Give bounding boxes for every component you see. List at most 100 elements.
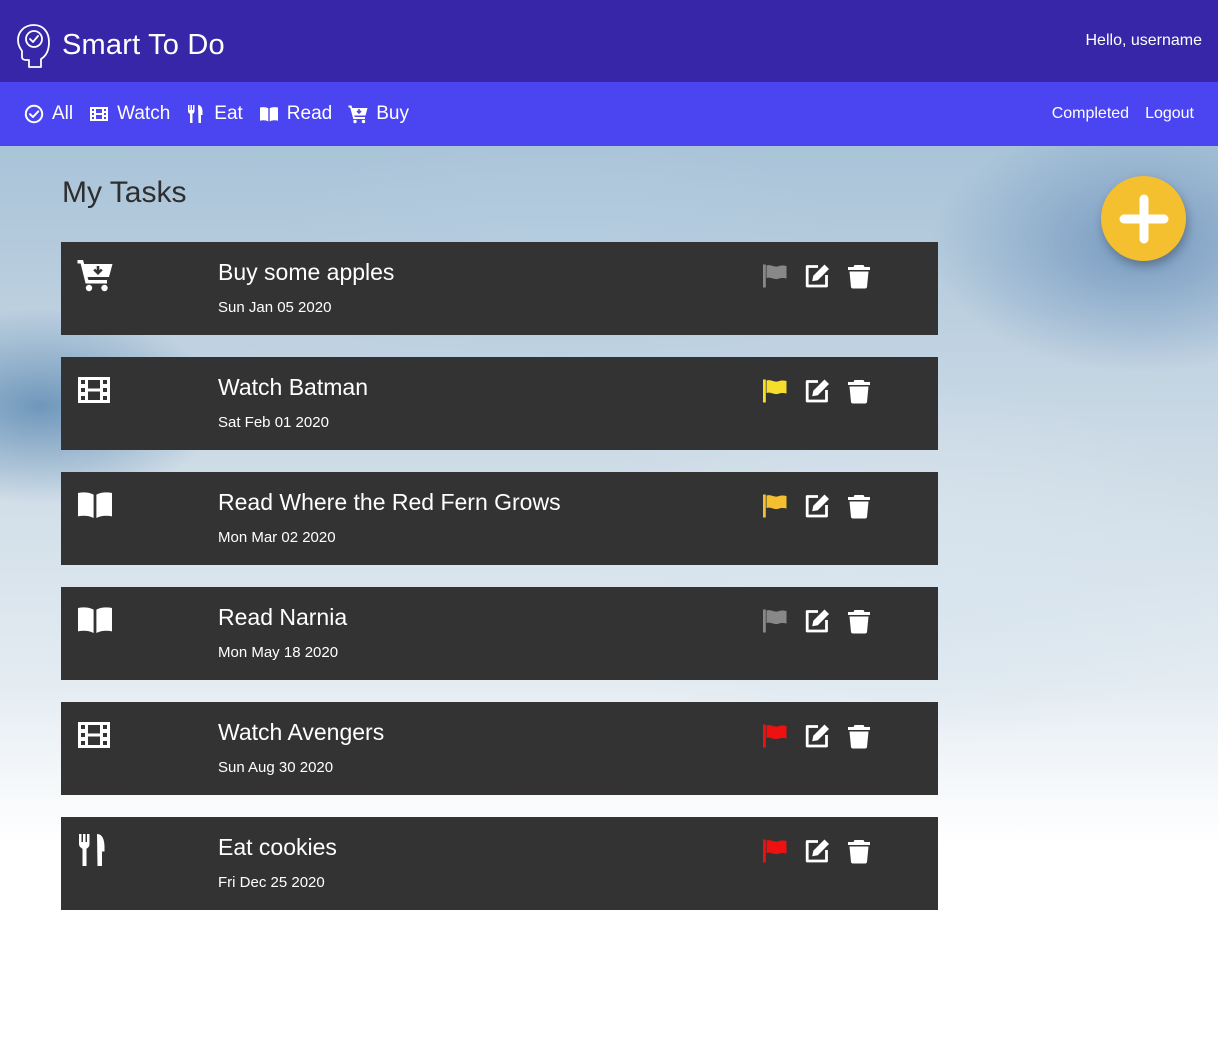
flag-icon — [763, 264, 787, 288]
task-actions — [762, 263, 872, 289]
task-list: Buy some apples Sun Jan 05 2020 Watch Batm… — [61, 242, 938, 932]
nav-item-buy[interactable]: Buy — [348, 103, 409, 125]
task-date: Sun Aug 30 2020 — [218, 759, 334, 776]
nav-item-label: Buy — [376, 103, 409, 124]
task-date: Mon Mar 02 2020 — [218, 529, 336, 546]
completed-link[interactable]: Completed — [1052, 105, 1129, 123]
book-icon — [259, 107, 278, 122]
task-title: Watch Batman — [218, 374, 368, 400]
edit-task-button[interactable] — [804, 263, 830, 289]
utensils-icon — [79, 834, 105, 866]
task-category-icon — [77, 603, 115, 637]
nav-item-label: Read — [286, 103, 333, 124]
task-card[interactable]: Read Narnia Mon May 18 2020 — [61, 587, 938, 680]
edit-icon — [805, 379, 829, 403]
delete-task-button[interactable] — [846, 493, 872, 519]
film-icon — [78, 377, 110, 403]
flag-icon — [763, 379, 787, 403]
delete-task-button[interactable] — [846, 263, 872, 289]
task-actions — [762, 378, 872, 404]
task-title: Read Where the Red Fern Grows — [218, 489, 561, 515]
task-category-icon — [77, 833, 115, 867]
task-card[interactable]: Watch Avengers Sun Aug 30 2020 — [61, 702, 938, 795]
delete-task-button[interactable] — [846, 378, 872, 404]
task-category-icon — [77, 258, 115, 292]
task-category-icon — [77, 373, 115, 407]
priority-flag-button[interactable] — [762, 608, 788, 634]
logout-link[interactable]: Logout — [1145, 105, 1194, 123]
task-date: Sat Feb 01 2020 — [218, 414, 329, 431]
trash-icon — [848, 495, 870, 519]
nav-item-read[interactable]: Read — [259, 103, 332, 125]
category-nav: All Watch Eat Read Buy Completed Logout — [0, 82, 1218, 146]
flag-icon — [763, 494, 787, 518]
nav-item-watch[interactable]: Watch — [89, 103, 170, 125]
edit-icon — [805, 494, 829, 518]
task-date: Fri Dec 25 2020 — [218, 874, 325, 891]
task-date: Sun Jan 05 2020 — [218, 299, 332, 316]
book-icon — [78, 607, 112, 633]
priority-flag-button[interactable] — [762, 263, 788, 289]
edit-icon — [805, 609, 829, 633]
task-title: Buy some apples — [218, 259, 395, 285]
edit-icon — [805, 839, 829, 863]
top-bar: Smart To Do Hello, username — [0, 0, 1218, 82]
edit-icon — [805, 724, 829, 748]
task-date: Mon May 18 2020 — [218, 644, 339, 661]
trash-icon — [848, 380, 870, 404]
priority-flag-button[interactable] — [762, 378, 788, 404]
task-category-icon — [77, 488, 115, 522]
main-content: My Tasks Buy some apples Sun Jan 05 2020 W… — [0, 146, 1218, 1041]
book-icon — [78, 492, 112, 518]
task-card[interactable]: Read Where the Red Fern Grows Mon Mar 02 … — [61, 472, 938, 565]
priority-flag-button[interactable] — [762, 723, 788, 749]
task-card[interactable]: Watch Batman Sat Feb 01 2020 — [61, 357, 938, 450]
priority-flag-button[interactable] — [762, 493, 788, 519]
brand[interactable]: Smart To Do — [14, 20, 225, 70]
user-greeting: Hello, username — [1085, 32, 1203, 49]
cart-icon — [348, 105, 368, 124]
nav-item-label: All — [52, 103, 74, 124]
film-icon — [90, 107, 109, 121]
flag-icon — [763, 839, 787, 863]
nav-item-eat[interactable]: Eat — [186, 103, 243, 125]
task-card[interactable]: Eat cookies Fri Dec 25 2020 — [61, 817, 938, 910]
flag-icon — [763, 724, 787, 748]
priority-flag-button[interactable] — [762, 838, 788, 864]
plus-icon — [1119, 194, 1168, 243]
delete-task-button[interactable] — [846, 723, 872, 749]
app-title: Smart To Do — [62, 28, 225, 61]
flag-icon — [763, 609, 787, 633]
trash-icon — [848, 265, 870, 289]
edit-icon — [805, 264, 829, 288]
cart-icon — [77, 260, 113, 292]
edit-task-button[interactable] — [804, 608, 830, 634]
task-actions — [762, 723, 872, 749]
utensils-icon — [188, 105, 203, 123]
task-actions — [762, 838, 872, 864]
page-title: My Tasks — [62, 176, 187, 209]
edit-task-button[interactable] — [804, 838, 830, 864]
edit-task-button[interactable] — [804, 378, 830, 404]
trash-icon — [848, 725, 870, 749]
nav-item-label: Eat — [214, 103, 243, 124]
delete-task-button[interactable] — [846, 838, 872, 864]
nav-item-all[interactable]: All — [24, 103, 73, 125]
film-icon — [78, 722, 110, 748]
nav-item-label: Watch — [117, 103, 171, 124]
check-circle-icon — [24, 104, 44, 124]
task-title: Eat cookies — [218, 834, 337, 860]
task-actions — [762, 493, 872, 519]
task-actions — [762, 608, 872, 634]
trash-icon — [848, 610, 870, 634]
task-card[interactable]: Buy some apples Sun Jan 05 2020 — [61, 242, 938, 335]
add-task-button[interactable] — [1101, 176, 1186, 261]
edit-task-button[interactable] — [804, 493, 830, 519]
delete-task-button[interactable] — [846, 608, 872, 634]
task-title: Read Narnia — [218, 604, 348, 630]
task-category-icon — [77, 718, 115, 752]
trash-icon — [848, 840, 870, 864]
head-check-logo-icon — [17, 24, 50, 68]
task-title: Watch Avengers — [218, 719, 385, 745]
edit-task-button[interactable] — [804, 723, 830, 749]
